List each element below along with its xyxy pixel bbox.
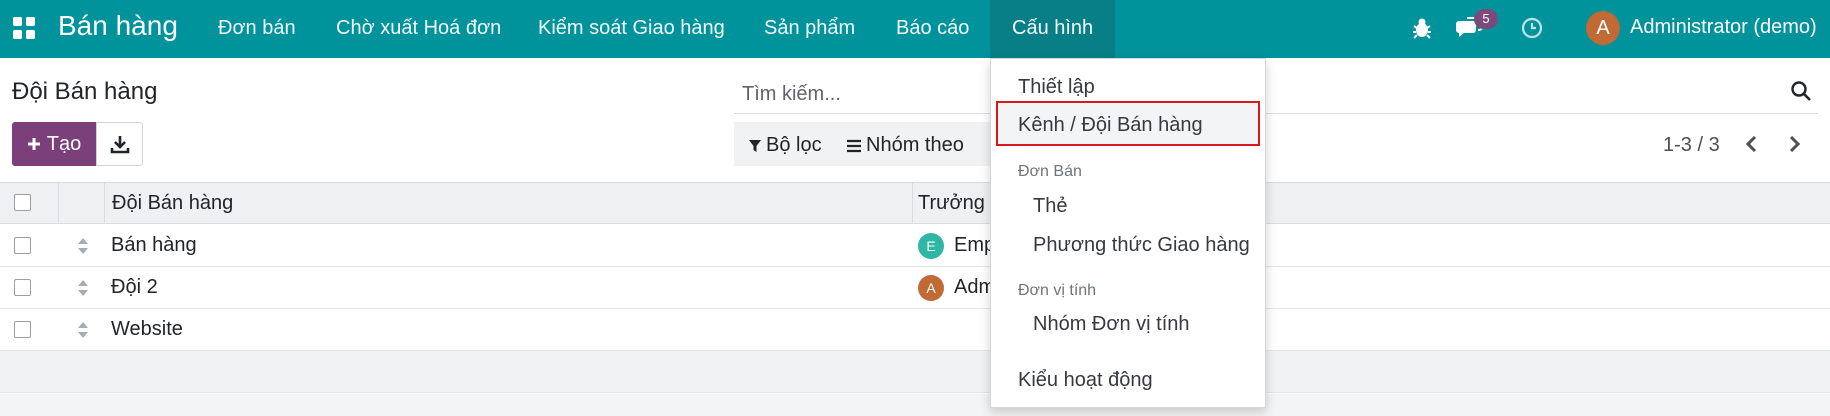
filters-button-label: Bộ lọc — [766, 134, 822, 156]
team-name: Website — [111, 318, 183, 340]
pager-value[interactable]: 1-3 / 3 — [1663, 134, 1720, 157]
clock-icon[interactable] — [1518, 14, 1546, 42]
column-header-team[interactable]: Đội Bán hàng — [112, 192, 233, 215]
column-header-leader[interactable]: Trưởng — [918, 192, 985, 215]
menu-cho-xuat-hoa-don[interactable]: Chờ xuất Hoá đơn — [336, 0, 501, 58]
select-all-checkbox[interactable] — [14, 194, 31, 211]
bars-icon — [847, 139, 861, 152]
row-checkbox[interactable] — [14, 237, 31, 254]
drag-handle-icon[interactable] — [76, 279, 90, 297]
column-divider — [912, 182, 913, 224]
menu-san-pham[interactable]: Sản phẩm — [764, 0, 855, 58]
message-count-badge: 5 — [1474, 9, 1498, 29]
column-divider — [104, 182, 105, 224]
drag-handle-icon[interactable] — [76, 237, 90, 255]
create-button[interactable]: Tạo — [12, 122, 96, 166]
leader-avatar: E — [918, 233, 944, 259]
download-icon — [110, 136, 129, 154]
leader-name: Adm — [954, 276, 996, 298]
dropdown-item-settings[interactable]: Thiết lập — [1018, 76, 1095, 99]
row-checkbox[interactable] — [14, 279, 31, 296]
menu-don-ban[interactable]: Đơn bán — [218, 0, 296, 58]
dropdown-section-orders: Đơn Bán — [1018, 163, 1082, 180]
dropdown-item-uom-categories[interactable]: Nhóm Đơn vị tính — [1033, 313, 1190, 336]
dropdown-item-tags[interactable]: Thẻ — [1033, 195, 1067, 218]
list-empty-row — [0, 351, 1830, 393]
page-title: Đội Bán hàng — [12, 78, 158, 105]
user-name[interactable]: Administrator (demo) — [1630, 16, 1817, 39]
search-icon[interactable] — [1790, 80, 1812, 102]
group-by-button[interactable]: Nhóm theo — [846, 134, 964, 157]
list-header — [0, 182, 1830, 224]
bug-icon[interactable] — [1408, 14, 1436, 42]
chevron-right-icon[interactable] — [1782, 132, 1806, 156]
dropdown-item-delivery-methods[interactable]: Phương thức Giao hàng — [1033, 234, 1250, 257]
menu-kiem-soat-giao-hang[interactable]: Kiểm soát Giao hàng — [538, 0, 725, 58]
group-by-button-label: Nhóm theo — [866, 134, 964, 156]
menu-bao-cao[interactable]: Báo cáo — [896, 0, 969, 58]
row-checkbox[interactable] — [14, 321, 31, 338]
top-navbar: Bán hàng Đơn bán Chờ xuất Hoá đơn Kiểm s… — [0, 0, 1830, 58]
column-divider — [58, 182, 59, 224]
dropdown-item-sales-teams[interactable]: Kênh / Đội Bán hàng — [1018, 114, 1203, 137]
dropdown-section-uom: Đơn vị tính — [1018, 282, 1097, 299]
drag-handle-icon[interactable] — [76, 321, 90, 339]
plus-icon — [27, 138, 40, 150]
create-button-label: Tạo — [46, 132, 82, 155]
export-button[interactable] — [96, 122, 143, 166]
table-row[interactable]: Đội 2 A Adm — [0, 267, 1830, 309]
dropdown-item-activity-types[interactable]: Kiểu hoạt động — [1018, 369, 1153, 392]
list-footer — [0, 394, 1830, 416]
app-title[interactable]: Bán hàng — [58, 10, 178, 42]
chevron-left-icon[interactable] — [1740, 132, 1764, 156]
search-input[interactable] — [734, 76, 1818, 114]
user-avatar[interactable]: A — [1586, 11, 1620, 45]
table-row[interactable]: Website — [0, 309, 1830, 351]
filters-button[interactable]: Bộ lọc — [748, 134, 822, 157]
table-row[interactable]: Bán hàng E Emp — [0, 225, 1830, 267]
leader-name: Emp — [954, 234, 996, 256]
menu-cau-hinh[interactable]: Cấu hình — [990, 0, 1116, 58]
filter-icon — [749, 139, 761, 152]
leader-avatar: A — [918, 275, 944, 301]
team-name: Bán hàng — [111, 234, 197, 256]
team-name: Đội 2 — [111, 276, 158, 298]
apps-grid-icon[interactable] — [12, 16, 36, 40]
